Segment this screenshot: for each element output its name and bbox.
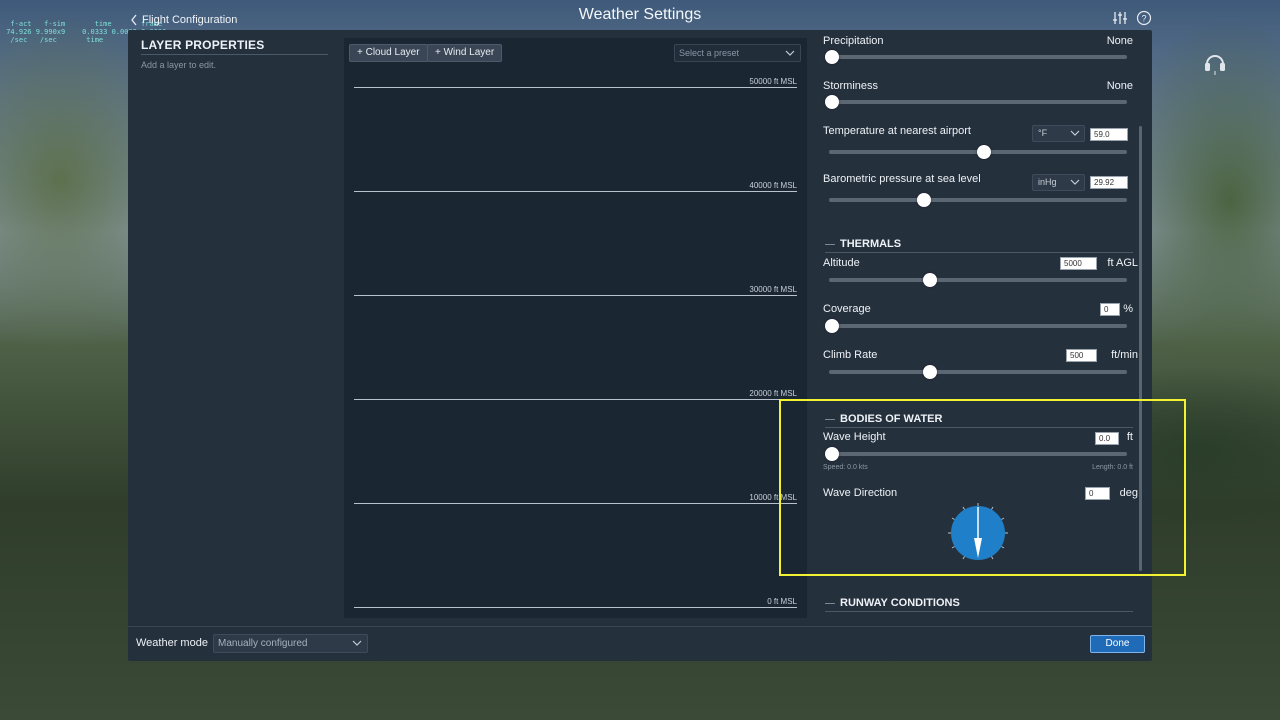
altitude-gridline — [354, 399, 797, 400]
pressure-unit-dropdown[interactable]: inHg — [1032, 174, 1085, 191]
altitude-label: 0 ft MSL — [767, 597, 797, 606]
temperature-input[interactable]: 59.0 — [1090, 128, 1128, 141]
pressure-slider-thumb[interactable] — [917, 193, 932, 207]
runway-conditions-heading-text: RUNWAY CONDITIONS — [840, 597, 960, 609]
altitude-gridline — [354, 87, 797, 88]
help-icon[interactable]: ? — [1136, 10, 1152, 26]
precipitation-label: Precipitation — [823, 35, 884, 47]
svg-text:?: ? — [1141, 14, 1146, 24]
climb-rate-slider[interactable] — [829, 370, 1127, 374]
heading-dash — [825, 602, 835, 604]
pressure-slider[interactable] — [829, 198, 1127, 202]
weather-mode-label: Weather mode — [136, 637, 208, 649]
thermals-section-heading: THERMALS — [825, 238, 1133, 253]
thermal-altitude-slider-thumb[interactable] — [923, 273, 938, 287]
runway-conditions-section-heading: RUNWAY CONDITIONS — [825, 597, 1133, 612]
precipitation-value: None — [1106, 35, 1133, 47]
weather-mode-dropdown[interactable]: Manually configured — [213, 634, 368, 653]
thermal-altitude-slider[interactable] — [829, 278, 1127, 282]
thermals-heading-text: THERMALS — [840, 238, 902, 250]
divider — [825, 611, 1133, 612]
chevron-down-icon — [785, 50, 795, 56]
climb-rate-unit: ft/min — [1111, 349, 1138, 361]
climb-rate-input[interactable]: 500 — [1066, 349, 1097, 362]
coverage-slider[interactable] — [829, 324, 1127, 328]
climb-rate-label: Climb Rate — [823, 349, 878, 361]
thermal-altitude-input[interactable]: 5000 — [1060, 257, 1097, 270]
altitude-label: 40000 ft MSL — [749, 181, 797, 190]
preset-dropdown[interactable]: Select a preset — [674, 44, 801, 62]
layer-properties-panel: LAYER PROPERTIES Add a layer to edit. — [141, 38, 328, 70]
storminess-label: Storminess — [823, 80, 879, 92]
altitude-layer-graph[interactable]: + Cloud Layer + Wind Layer Select a pres… — [344, 38, 807, 618]
chevron-down-icon — [1070, 179, 1080, 185]
sliders-icon[interactable] — [1112, 10, 1128, 26]
storminess-value: None — [1106, 80, 1133, 92]
preset-placeholder: Select a preset — [679, 48, 740, 58]
window-title: Weather Settings — [578, 6, 702, 23]
heading-dash — [825, 243, 835, 245]
add-wind-layer-button[interactable]: + Wind Layer — [427, 44, 503, 62]
divider — [825, 252, 1133, 253]
coverage-slider-thumb[interactable] — [825, 319, 839, 333]
altitude-gridline — [354, 295, 797, 296]
done-button[interactable]: Done — [1090, 635, 1145, 653]
coverage-input[interactable]: 0 — [1100, 303, 1120, 316]
headset-icon[interactable] — [1203, 50, 1227, 78]
coverage-unit: % — [1123, 303, 1133, 315]
footer-divider — [128, 626, 1152, 627]
layer-properties-title: LAYER PROPERTIES — [141, 38, 265, 52]
altitude-label: 20000 ft MSL — [749, 389, 797, 398]
altitude-gridline — [354, 191, 797, 192]
add-cloud-layer-button[interactable]: + Cloud Layer — [349, 44, 428, 62]
weather-mode-value: Manually configured — [218, 638, 308, 649]
altitude-gridline — [354, 503, 797, 504]
chevron-down-icon — [1070, 130, 1080, 136]
precipitation-slider-thumb[interactable] — [825, 50, 839, 64]
coverage-label: Coverage — [823, 303, 871, 315]
temperature-unit-dropdown[interactable]: °F — [1032, 125, 1085, 142]
temperature-label: Temperature at nearest airport — [823, 125, 971, 137]
temperature-slider-thumb[interactable] — [976, 145, 991, 159]
altitude-label: 50000 ft MSL — [749, 77, 797, 86]
pressure-label: Barometric pressure at sea level — [823, 173, 981, 185]
thermal-altitude-unit: ft AGL — [1107, 257, 1138, 269]
storminess-slider[interactable] — [829, 100, 1127, 104]
altitude-label: 30000 ft MSL — [749, 285, 797, 294]
precipitation-slider[interactable] — [829, 55, 1127, 59]
pressure-input[interactable]: 29.92 — [1090, 176, 1128, 189]
climb-rate-slider-thumb[interactable] — [923, 365, 938, 379]
altitude-gridline — [354, 607, 797, 608]
chevron-down-icon — [352, 640, 362, 646]
pressure-unit-value: inHg — [1038, 177, 1057, 187]
storminess-slider-thumb[interactable] — [825, 95, 839, 109]
thermal-altitude-label: Altitude — [823, 257, 860, 269]
divider — [141, 54, 328, 55]
temperature-unit-value: °F — [1038, 128, 1048, 138]
highlight-box — [779, 399, 1186, 576]
layer-hint-text: Add a layer to edit. — [141, 60, 217, 70]
